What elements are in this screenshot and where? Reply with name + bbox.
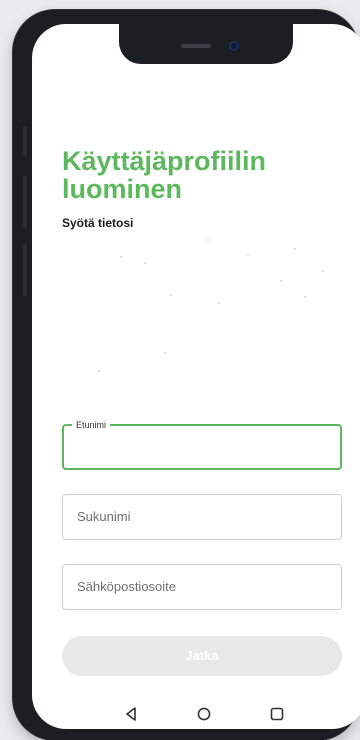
decorative-dot <box>120 256 122 258</box>
volume-down-button <box>23 244 27 296</box>
first-name-field[interactable]: Etunimi <box>62 419 342 470</box>
speaker-grille <box>181 44 211 48</box>
last-name-field[interactable]: Sukunimi <box>62 494 342 540</box>
volume-up-button <box>23 176 27 228</box>
system-navigation-bar <box>32 700 360 729</box>
email-placeholder: Sähköpostiosoite <box>77 579 177 594</box>
phone-frame: Käyttäjäprofiilin luominen Syötä tietosi… <box>13 10 360 740</box>
decorative-dot <box>247 254 249 256</box>
decorative-dot <box>164 352 166 354</box>
notch <box>119 24 293 64</box>
decorative-dot <box>170 294 172 296</box>
last-name-placeholder: Sukunimi <box>77 509 131 524</box>
page-title: Käyttäjäprofiilin luominen <box>62 146 267 204</box>
decorative-dot <box>144 262 146 264</box>
decorative-dot <box>280 280 282 282</box>
decorative-dot <box>207 239 209 241</box>
decorative-dot <box>98 370 100 372</box>
decorative-dot <box>322 270 324 272</box>
decorative-dot <box>304 296 306 298</box>
front-camera <box>229 41 239 51</box>
home-icon[interactable] <box>196 706 212 722</box>
decorative-dot <box>294 248 296 250</box>
side-button <box>23 126 27 156</box>
page-subtitle: Syötä tietosi <box>62 216 134 230</box>
recents-icon[interactable] <box>269 706 285 722</box>
app-screen: Käyttäjäprofiilin luominen Syötä tietosi… <box>32 24 360 729</box>
first-name-label: Etunimi <box>72 419 111 431</box>
decorative-dot <box>218 302 220 304</box>
continue-button[interactable]: Jatka <box>62 636 342 676</box>
back-icon[interactable] <box>123 706 139 722</box>
email-field[interactable]: Sähköpostiosoite <box>62 564 342 610</box>
